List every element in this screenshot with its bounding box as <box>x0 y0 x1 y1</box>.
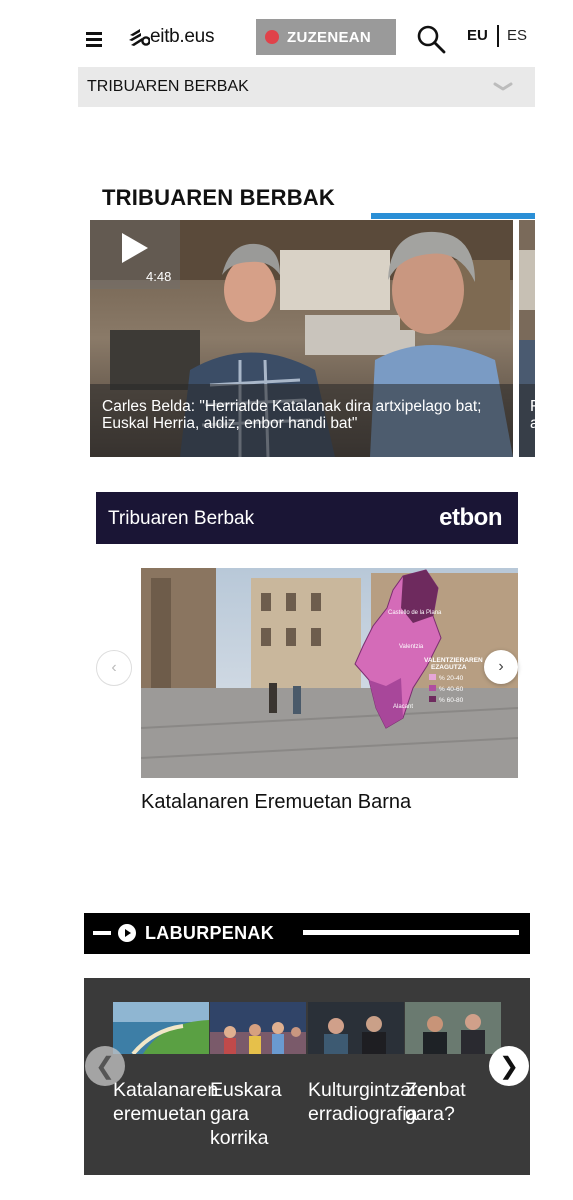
section-selector-label: TRIBUAREN BERBAK <box>87 78 249 95</box>
chevron-left-icon: ❮ <box>94 1052 116 1080</box>
etbon-banner-title: Tribuaren Berbak <box>108 508 255 529</box>
map-legend-title-1: VALENTZIERAREN <box>424 657 483 664</box>
coast-image <box>113 1002 209 1054</box>
summary-thumb-3[interactable] <box>308 1002 404 1054</box>
menu-icon[interactable] <box>86 32 104 48</box>
laburpenak-header: LABURPENAK <box>84 913 530 954</box>
lang-divider <box>497 25 499 47</box>
eitb-logo[interactable]: eitb.eus <box>128 22 214 52</box>
live-label: ZUZENEAN <box>287 28 372 46</box>
laburpenak-prev-button[interactable]: ❮ <box>85 1046 125 1086</box>
video-caption[interactable]: Carles Belda: "Herrialde Katalanak dira … <box>102 398 502 432</box>
etbon-banner[interactable]: Tribuaren Berbak etbon <box>96 492 518 544</box>
summary-thumb-4[interactable] <box>405 1002 501 1054</box>
lang-es-link[interactable]: ES <box>507 27 527 44</box>
map-city-2: Valentzia <box>399 644 424 650</box>
chevron-right-icon: ❯ <box>498 1052 520 1080</box>
square-map-image: Castello de la Plana Valentzia Alacant V… <box>141 568 518 778</box>
map-city-1: Castello de la Plana <box>388 610 442 616</box>
next-video-caption: F a <box>530 398 536 432</box>
carousel-next-button[interactable]: › <box>484 650 518 684</box>
carousel-title[interactable]: Katalanaren Eremuetan Barna <box>141 791 411 814</box>
dash-decoration <box>93 931 111 935</box>
live-dot-icon <box>265 30 279 44</box>
interview-image <box>308 1002 404 1054</box>
chevron-left-icon: ‹ <box>111 659 117 676</box>
logo-text: eitb.eus <box>150 26 215 47</box>
laburpenak-title: LABURPENAK <box>145 923 274 943</box>
outdoor-image <box>405 1002 501 1054</box>
summary-title-2[interactable]: Euskara gara korrika <box>210 1078 310 1150</box>
map-legend-item-3: % 60-80 <box>439 697 464 704</box>
map-city-3: Alacant <box>393 704 413 710</box>
eitb-logo-icon <box>129 29 150 46</box>
progress-accent <box>371 213 535 219</box>
map-legend-item-1: % 20-40 <box>439 675 464 682</box>
line-decoration <box>303 930 519 935</box>
chevron-right-icon: › <box>498 658 504 675</box>
search-icon[interactable] <box>416 24 446 54</box>
etbon-logo: etbon <box>439 503 502 533</box>
chevron-down-icon <box>493 82 513 91</box>
video-duration: 4:48 <box>146 269 172 284</box>
crowd-image <box>210 1002 306 1054</box>
live-button[interactable]: ZUZENEAN <box>256 19 396 55</box>
carousel-image[interactable]: Castello de la Plana Valentzia Alacant V… <box>141 568 518 778</box>
summary-thumb-1[interactable] <box>113 1002 209 1054</box>
map-legend-item-2: % 40-60 <box>439 686 464 693</box>
map-legend-title-2: EZAGUTZA <box>431 664 467 671</box>
laburpenak-next-button[interactable]: ❯ <box>489 1046 529 1086</box>
etbon-logo-text: etbon <box>439 504 502 531</box>
summary-title-4[interactable]: Zenbat gara? <box>405 1078 485 1126</box>
section-selector[interactable]: TRIBUAREN BERBAK <box>78 67 535 107</box>
summary-thumb-2[interactable] <box>210 1002 306 1054</box>
lang-eu-link[interactable]: EU <box>467 27 488 44</box>
carousel-prev-button[interactable]: ‹ <box>96 650 132 686</box>
play-circle-icon <box>118 924 136 942</box>
page-title: TRIBUAREN BERBAK <box>102 185 335 210</box>
